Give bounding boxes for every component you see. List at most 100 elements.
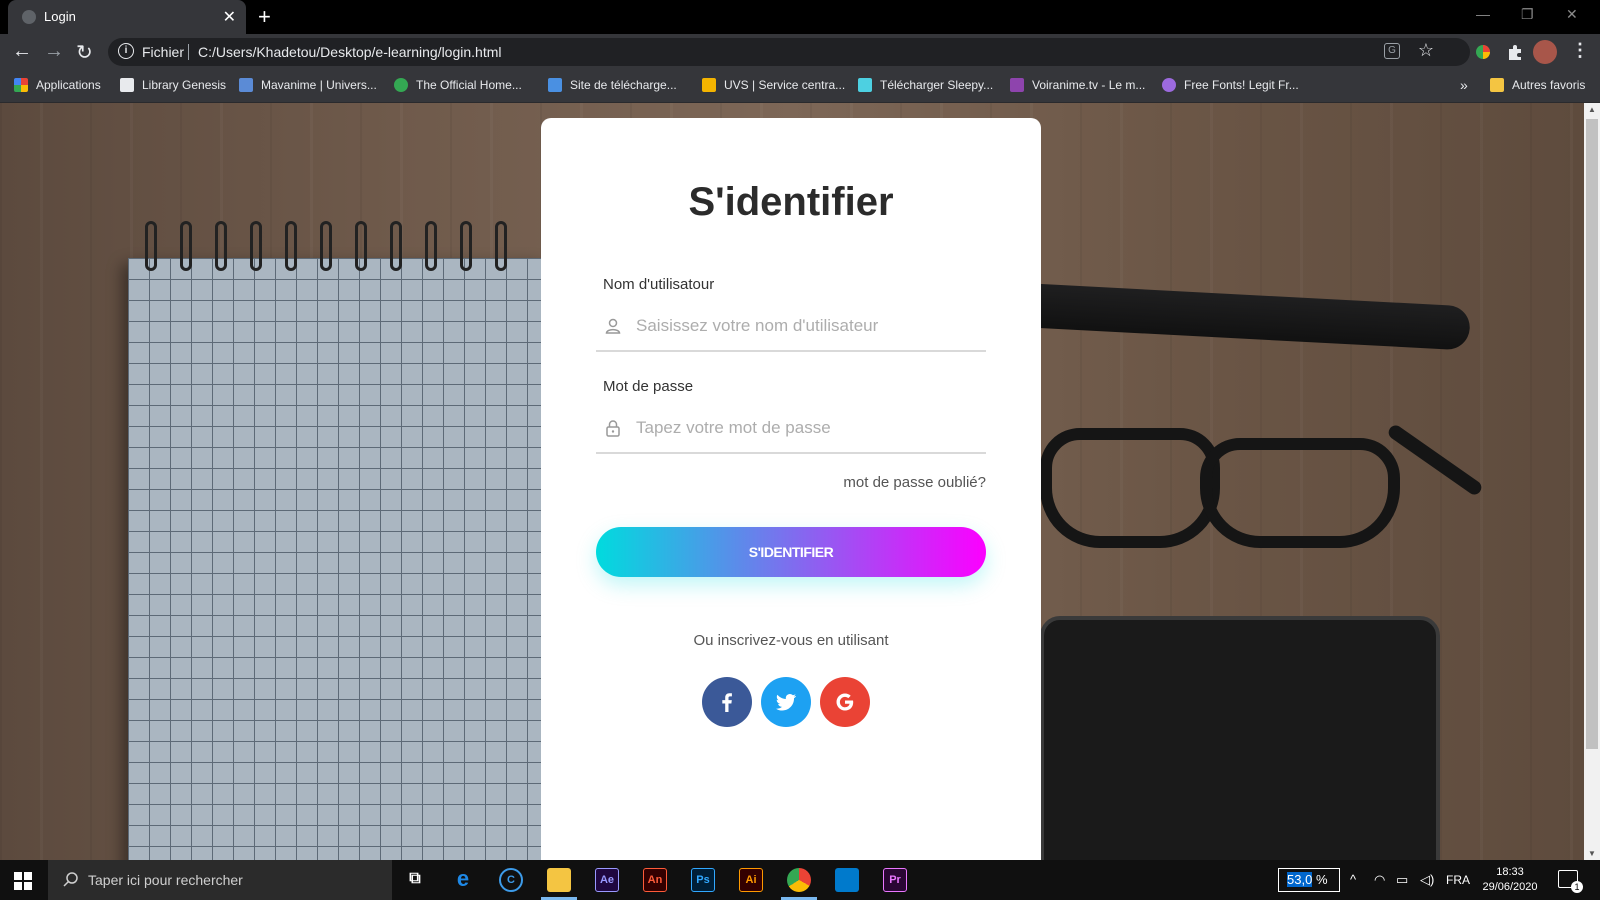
username-input[interactable] [636,310,976,342]
glasses-photo [1040,428,1220,548]
login-title: S'identifier [688,180,894,224]
zoom-value: 53,0 [1287,872,1313,887]
file-explorer-icon[interactable] [547,868,571,892]
facebook-icon [722,693,732,712]
scroll-down-icon[interactable]: ▼ [1588,849,1596,858]
reload-icon[interactable]: ↻ [76,40,93,65]
notebook-spiral [180,221,192,271]
facebook-button[interactable] [702,677,752,727]
notebook-spiral [460,221,472,271]
password-label: Mot de passe [603,378,694,395]
search-icon [63,872,78,887]
notebook-photo [128,258,548,860]
twitter-button[interactable] [761,677,811,727]
clock[interactable]: 18:33 29/06/2020 [1478,865,1542,895]
translate-icon[interactable]: G [1384,43,1400,59]
notebook-spiral [215,221,227,271]
bookmark-site-telechargement[interactable]: Site de télécharge... [548,78,677,92]
edge-icon[interactable]: e [451,868,475,892]
scroll-up-icon[interactable]: ▲ [1588,105,1596,114]
notebook-spiral [425,221,437,271]
wifi-icon[interactable]: ◠ [1374,872,1385,888]
address-scheme: Fichier [142,44,185,60]
tab-strip: Login ✕ + — ❐ ✕ [0,0,1600,34]
restore-icon[interactable]: ❐ [1521,6,1534,23]
notification-center-icon[interactable]: 1 [1558,870,1583,893]
bookmarks-bar: Applications Library Genesis Mavanime | … [0,70,1600,103]
close-tab-icon[interactable]: ✕ [223,7,236,27]
notebook-spiral [250,221,262,271]
more-bookmarks-chevron-icon[interactable]: » [1460,77,1468,93]
info-icon[interactable]: i [118,43,134,59]
mavanime-icon [239,78,253,92]
profile-avatar[interactable] [1533,40,1557,64]
close-window-icon[interactable]: ✕ [1566,6,1578,23]
menu-kebab-icon[interactable]: ⋮ [1571,40,1589,61]
official-home-icon [394,78,408,92]
username-field[interactable] [596,302,986,352]
bookmark-star-icon[interactable]: ☆ [1418,40,1434,61]
password-input[interactable] [636,412,976,444]
battery-icon[interactable]: ▭ [1396,872,1408,888]
bookmark-applications[interactable]: Applications [14,78,101,92]
forgot-password-link[interactable]: mot de passe oublié? [843,474,986,491]
glasses-photo [1200,438,1400,548]
volume-icon[interactable]: ◁) [1420,872,1434,888]
after-effects-icon[interactable]: Ae [595,868,619,892]
ccleaner-icon[interactable]: C [499,868,523,892]
premiere-icon[interactable]: Pr [883,868,907,892]
folder-icon [1490,78,1504,92]
voiranime-icon [1010,78,1024,92]
signup-text: Ou inscrivez-vous en utilisant [693,632,889,649]
address-bar[interactable]: i Fichier C:/Users/Khadetou/Desktop/e-le… [108,38,1470,66]
bookmark-mavanime[interactable]: Mavanime | Univers... [239,78,377,92]
zoom-indicator[interactable]: 53,0 % [1278,868,1340,892]
language-indicator[interactable]: FRA [1446,873,1470,887]
tab-login[interactable]: Login ✕ [8,0,246,34]
taskbar-search[interactable]: Taper ici pour rechercher [48,860,392,900]
illustrator-icon[interactable]: Ai [739,868,763,892]
minimize-icon[interactable]: — [1476,6,1490,22]
taskbar-search-placeholder: Taper ici pour rechercher [88,872,243,888]
twitter-icon [776,694,796,711]
zoom-unit: % [1315,872,1328,887]
login-button[interactable]: S'IDENTIFIER [596,527,986,577]
other-favorites-folder[interactable]: Autres favoris [1490,78,1585,92]
extensions-puzzle-icon[interactable] [1506,43,1524,61]
google-icon [836,693,854,711]
tray-chevron-icon[interactable]: ^ [1350,872,1356,887]
notebook-spiral [145,221,157,271]
bookmark-sleepy[interactable]: Télécharger Sleepy... [858,78,993,92]
bookmark-voiranime[interactable]: Voiranime.tv - Le m... [1010,78,1145,92]
address-separator [188,44,189,60]
google-button[interactable] [820,677,870,727]
notebook-spiral [390,221,402,271]
scrollbar-thumb[interactable] [1586,119,1598,749]
library-icon [120,78,134,92]
login-card: S'identifier Nom d'utilisatour Mot de pa… [541,118,1041,860]
bookmark-library-genesis[interactable]: Library Genesis [120,78,226,92]
vscode-icon[interactable] [835,868,859,892]
address-url[interactable]: C:/Users/Khadetou/Desktop/e-learning/log… [198,44,502,60]
notification-count: 1 [1571,881,1583,893]
windows-taskbar: Taper ici pour rechercher ⧉ e C Ae An Ps… [0,860,1600,900]
back-icon[interactable]: ← [12,40,32,63]
bookmark-uvs[interactable]: UVS | Service centra... [702,78,845,92]
forward-icon[interactable]: → [44,40,64,63]
fonts-icon [1162,78,1176,92]
clock-date: 29/06/2020 [1482,881,1538,893]
bookmark-free-fonts[interactable]: Free Fonts! Legit Fr... [1162,78,1299,92]
chrome-icon[interactable] [787,868,811,892]
browser-toolbar: ← → ↻ i Fichier C:/Users/Khadetou/Deskto… [0,34,1600,70]
windows-start-icon[interactable] [14,872,32,890]
new-tab-button[interactable]: + [258,4,271,30]
page-scrollbar[interactable]: ▲ ▼ [1584,103,1600,860]
password-field[interactable] [596,404,986,454]
notebook-spiral [320,221,332,271]
animate-icon[interactable]: An [643,868,667,892]
photoshop-icon[interactable]: Ps [691,868,715,892]
task-view-icon[interactable]: ⧉ [403,868,427,892]
extension-colorful-icon[interactable] [1474,43,1492,61]
bookmark-official-home[interactable]: The Official Home... [394,78,522,92]
uvs-icon [702,78,716,92]
